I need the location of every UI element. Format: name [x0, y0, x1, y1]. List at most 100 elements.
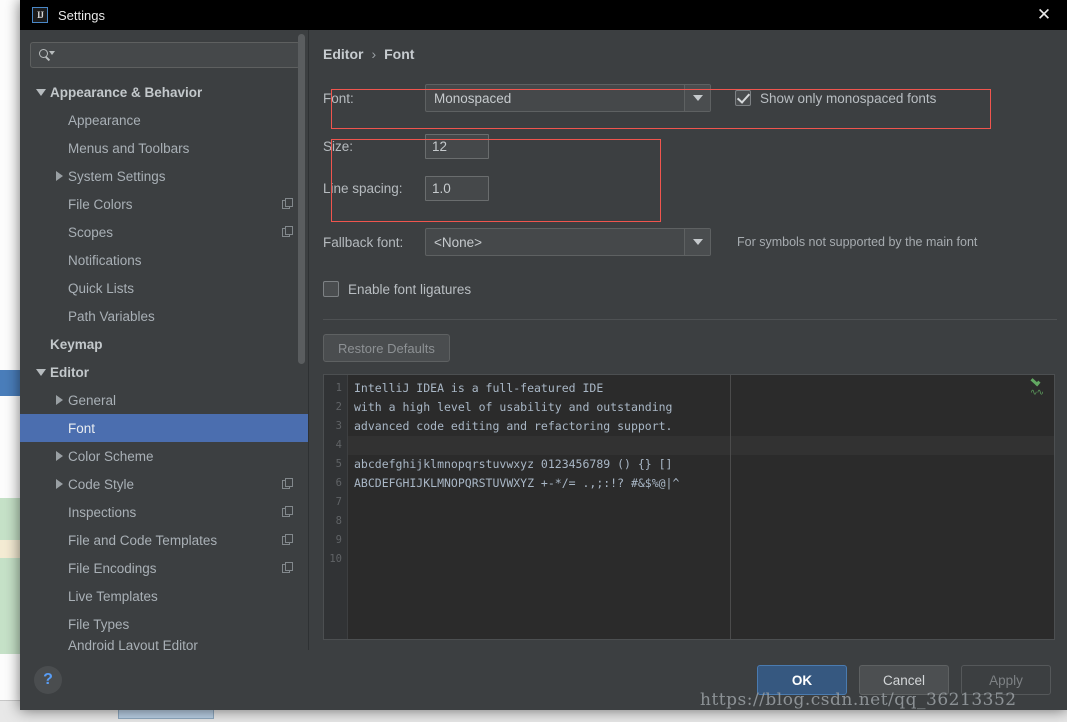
sidebar-item-android-layout-editor[interactable]: Android Layout Editor: [20, 638, 308, 650]
line-spacing-label: Line spacing:: [323, 181, 403, 196]
sidebar-item-label: Scopes: [68, 224, 114, 240]
copy-settings-icon[interactable]: [282, 534, 294, 546]
editor-code-line: [348, 493, 1054, 512]
sidebar-item-label: Path Variables: [68, 308, 155, 324]
editor-code-line: abcdefghijklmnopqrstuvwxyz 0123456789 ()…: [354, 457, 673, 471]
sidebar-item-live-templates[interactable]: Live Templates: [20, 582, 308, 610]
sidebar-item-label: Font: [68, 420, 96, 436]
sidebar-item-file-and-code-templates[interactable]: File and Code Templates: [20, 526, 308, 554]
editor-line-number: 1: [335, 382, 342, 394]
dialog-title-bar: IJ Settings ✕: [20, 0, 1067, 30]
checkbox-box-icon: [735, 90, 751, 106]
sidebar-item-keymap[interactable]: Keymap: [20, 330, 308, 358]
chevron-down-icon[interactable]: [684, 229, 710, 255]
editor-line-number: 7: [335, 496, 342, 508]
copy-settings-icon[interactable]: [282, 198, 294, 210]
background-window-tick: [0, 90, 20, 100]
sidebar-item-menus-and-toolbars[interactable]: Menus and Toolbars: [20, 134, 308, 162]
size-input[interactable]: 12: [425, 134, 489, 159]
restore-defaults-row: Restore Defaults: [323, 334, 1067, 362]
sidebar-item-system-settings[interactable]: System Settings: [20, 162, 308, 190]
copy-settings-icon[interactable]: [282, 562, 294, 574]
chevron-right-icon[interactable]: [50, 479, 68, 489]
background-window-green-strip-1: [0, 498, 20, 540]
sidebar-item-path-variables[interactable]: Path Variables: [20, 302, 308, 330]
sidebar-item-label: File and Code Templates: [68, 532, 218, 548]
copy-settings-icon[interactable]: [282, 506, 294, 518]
fallback-font-value: <None>: [434, 234, 483, 250]
chevron-right-icon[interactable]: [50, 171, 68, 181]
editor-line-number: 3: [335, 420, 342, 432]
enable-ligatures-checkbox[interactable]: Enable font ligatures: [323, 281, 471, 297]
fallback-font-row: Fallback font: <None> For symbols not su…: [323, 228, 1067, 256]
settings-dialog: IJ Settings ✕ Appearance & Behavior Appea…: [20, 0, 1067, 710]
copy-settings-icon[interactable]: [282, 226, 294, 238]
chevron-right-icon[interactable]: [50, 451, 68, 461]
fallback-font-label: Fallback font:: [323, 234, 404, 250]
line-spacing-input[interactable]: 1.0: [425, 176, 489, 201]
chevron-down-icon[interactable]: [32, 368, 50, 376]
sidebar-item-label: General: [68, 392, 117, 408]
editor-code-line: [348, 436, 1054, 455]
sidebar-scrollbar[interactable]: [298, 34, 305, 364]
restore-defaults-button[interactable]: Restore Defaults: [323, 334, 450, 362]
sidebar-item-quick-lists[interactable]: Quick Lists: [20, 274, 308, 302]
search-field[interactable]: [30, 42, 300, 68]
copy-settings-icon[interactable]: [282, 478, 294, 490]
sidebar-item-label: Appearance & Behavior: [50, 84, 203, 100]
font-preview-editor[interactable]: 1 2 3 4 5 6 7 8 9 10 ∿∿ IntelliJ IDEA is a full-f…: [323, 374, 1055, 640]
search-icon: [39, 48, 55, 62]
editor-line-number: 9: [335, 534, 342, 546]
font-label: Font:: [323, 90, 354, 106]
chevron-down-icon[interactable]: [684, 85, 710, 111]
editor-code-line: ABCDEFGHIJKLMNOPQRSTUVWXYZ +-*/= .,;:!? …: [354, 476, 680, 490]
sidebar-item-label: Inspections: [68, 504, 137, 520]
show-monospaced-checkbox[interactable]: Show only monospaced fonts: [735, 90, 936, 106]
sidebar-item-file-encodings[interactable]: File Encodings: [20, 554, 308, 582]
breadcrumb-separator-icon: ›: [371, 46, 377, 62]
breadcrumb-root[interactable]: Editor: [323, 46, 363, 62]
breadcrumb: Editor › Font: [323, 30, 1067, 62]
sidebar-item-general[interactable]: General: [20, 386, 308, 414]
inspection-status-icon[interactable]: ∿∿: [1030, 376, 1046, 398]
font-combobox[interactable]: Monospaced: [425, 84, 711, 112]
editor-code-area[interactable]: ∿∿ IntelliJ IDEA is a full-featured IDE w…: [348, 375, 1054, 639]
fallback-font-combobox[interactable]: <None>: [425, 228, 711, 256]
sidebar-item-notifications[interactable]: Notifications: [20, 246, 308, 274]
ok-button[interactable]: OK: [757, 665, 847, 695]
section-divider: [323, 319, 1057, 320]
sidebar-item-editor[interactable]: Editor: [20, 358, 308, 386]
checkbox-box-icon: [323, 281, 339, 297]
editor-gutter: 1 2 3 4 5 6 7 8 9 10: [324, 375, 348, 639]
sidebar-item-appearance[interactable]: Appearance: [20, 106, 308, 134]
close-icon[interactable]: ✕: [1021, 0, 1067, 30]
help-button[interactable]: ?: [34, 666, 62, 694]
sidebar-item-file-types[interactable]: File Types: [20, 610, 308, 638]
sidebar-item-color-scheme[interactable]: Color Scheme: [20, 442, 308, 470]
chevron-right-icon[interactable]: [50, 395, 68, 405]
breadcrumb-leaf: Font: [384, 46, 415, 62]
editor-code-line: IntelliJ IDEA is a full-featured IDE: [354, 381, 604, 395]
sidebar-item-font[interactable]: Font: [20, 414, 308, 442]
background-window-cream-strip: [0, 540, 20, 558]
right-margin-guide: [730, 375, 731, 639]
sidebar-item-scopes[interactable]: Scopes: [20, 218, 308, 246]
search-container: [20, 30, 308, 76]
sidebar-item-label: Notifications: [68, 252, 142, 268]
sidebar-item-file-colors[interactable]: File Colors: [20, 190, 308, 218]
sidebar-item-appearance-behavior[interactable]: Appearance & Behavior: [20, 78, 308, 106]
editor-code-line: [348, 512, 1054, 531]
search-input[interactable]: [59, 48, 291, 62]
sidebar-item-inspections[interactable]: Inspections: [20, 498, 308, 526]
cancel-button[interactable]: Cancel: [859, 665, 949, 695]
apply-button[interactable]: Apply: [961, 665, 1051, 695]
chevron-down-icon[interactable]: [32, 88, 50, 96]
ligatures-row: Enable font ligatures: [323, 281, 1067, 297]
sidebar-item-label: Editor: [50, 364, 89, 380]
editor-line-number: 8: [335, 515, 342, 527]
editor-line-number: 4: [335, 439, 342, 451]
sidebar-item-label: File Encodings: [68, 560, 157, 576]
sidebar-item-code-style[interactable]: Code Style: [20, 470, 308, 498]
sidebar-item-label: Live Templates: [68, 588, 158, 604]
sidebar-item-label: Menus and Toolbars: [68, 140, 190, 156]
